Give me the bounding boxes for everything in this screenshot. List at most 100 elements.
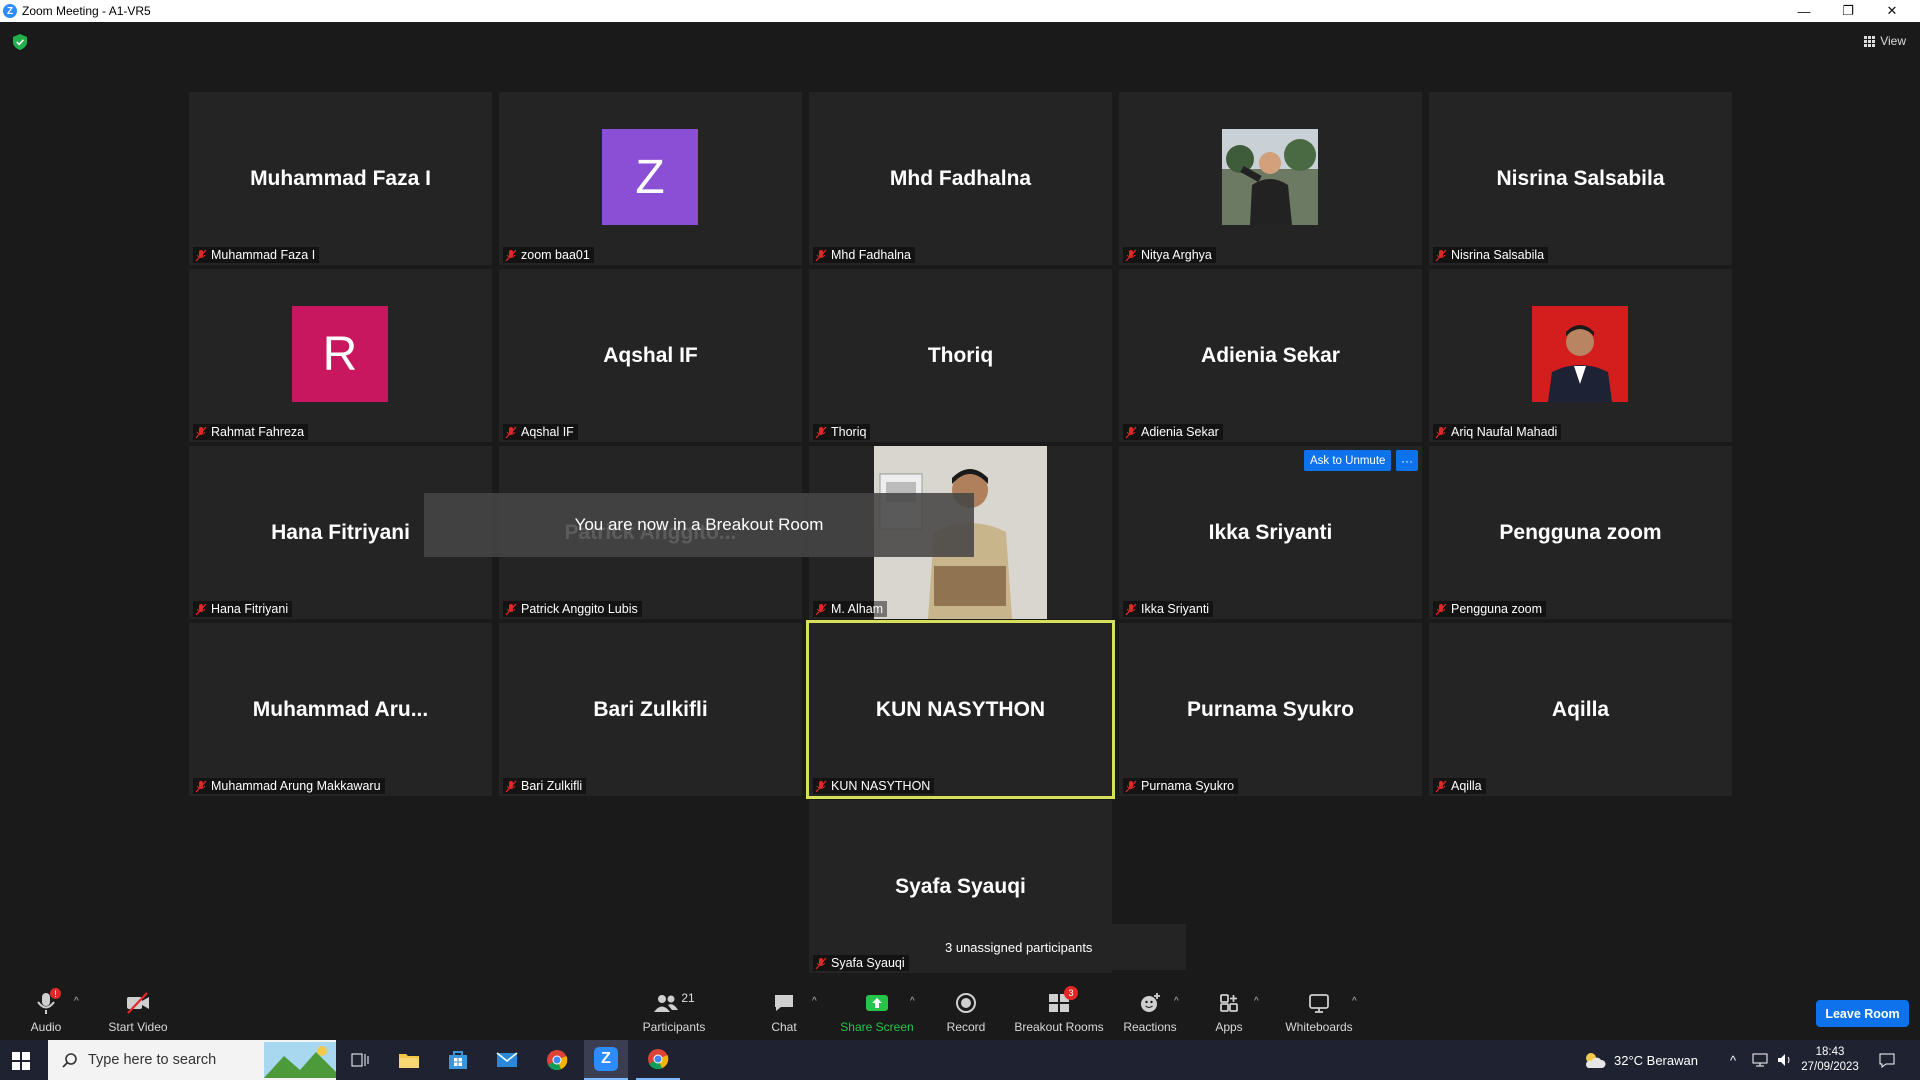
record-icon (953, 990, 979, 1016)
reactions-options-caret-icon[interactable]: ^ (1174, 996, 1179, 1007)
restore-button[interactable]: ❐ (1826, 0, 1870, 22)
chat-button[interactable]: Chat (766, 980, 802, 1040)
mail-icon[interactable] (496, 1051, 518, 1069)
mic-muted-icon (1125, 780, 1137, 792)
participant-label: Nitya Arghya (1123, 247, 1216, 263)
notifications-icon[interactable] (1878, 1040, 1896, 1080)
close-button[interactable]: ✕ (1870, 0, 1914, 22)
window-titlebar: Z Zoom Meeting - A1-VR5 — ❐ ✕ (0, 0, 1920, 22)
volume-icon[interactable] (1776, 1040, 1794, 1080)
participant-tile[interactable]: Thoriq Thoriq (809, 269, 1112, 442)
network-icon[interactable] (1752, 1040, 1770, 1080)
share-screen-label: Share Screen (840, 1020, 914, 1034)
apps-button[interactable]: Apps (1212, 980, 1246, 1040)
chrome-window-icon[interactable] (636, 1040, 680, 1080)
audio-warning-badge: ! (50, 988, 61, 999)
participant-label-text: Rahmat Fahreza (211, 425, 305, 439)
mic-muted-icon (505, 249, 517, 261)
unassigned-participants-tooltip[interactable]: 3 unassigned participants (930, 924, 1186, 970)
mic-muted-icon (815, 780, 827, 792)
participant-tile-active-speaker[interactable]: KUN NASYTHON KUN NASYTHON (806, 620, 1115, 799)
ask-to-unmute-button[interactable]: Ask to Unmute (1304, 450, 1392, 471)
apps-options-caret-icon[interactable]: ^ (1254, 996, 1259, 1007)
taskbar-search-box[interactable]: Type here to search (48, 1040, 336, 1080)
mic-muted-icon (1125, 603, 1137, 615)
meeting-toolbar: ! Audio ^ Start Video 21 Participants Ch… (0, 980, 1920, 1040)
record-button[interactable]: Record (944, 980, 988, 1040)
show-hidden-icons-chevron-icon[interactable]: ^ (1730, 1040, 1736, 1080)
chrome-icon[interactable] (546, 1049, 568, 1071)
clock[interactable]: 18:43 27/09/2023 (1800, 1040, 1860, 1080)
participants-button[interactable]: 21 Participants (636, 980, 712, 1040)
more-options-button[interactable]: ··· (1396, 450, 1418, 471)
task-view-icon[interactable] (350, 1050, 370, 1070)
start-video-button[interactable]: Start Video (104, 980, 172, 1040)
participant-tile[interactable]: Adienia Sekar Adienia Sekar (1119, 269, 1422, 442)
microphone-icon: ! (33, 988, 61, 1016)
participant-tile[interactable]: Nisrina Salsabila Nisrina Salsabila (1429, 92, 1732, 265)
participant-tile[interactable]: Ikka Sriyanti Ikka Sriyanti (1119, 446, 1422, 619)
participant-name: KUN NASYTHON (875, 697, 1046, 721)
share-screen-button[interactable]: Share Screen (838, 980, 916, 1040)
participant-label-text: KUN NASYTHON (831, 779, 931, 793)
participant-name: Aqshal IF (603, 343, 698, 367)
participant-label-text: Nisrina Salsabila (1451, 248, 1545, 262)
participants-label: Participants (642, 1020, 706, 1034)
participant-label-text: Ariq Naufal Mahadi (1451, 425, 1558, 439)
breakout-rooms-button[interactable]: 3 Breakout Rooms (1012, 980, 1106, 1040)
leave-room-button[interactable]: Leave Room (1816, 1000, 1909, 1027)
reactions-icon (1137, 990, 1163, 1016)
participant-tile[interactable]: Aqilla Aqilla (1429, 623, 1732, 796)
participant-tile[interactable]: Muhammad Aru... Muhammad Arung Makkawaru (189, 623, 492, 796)
breakout-rooms-badge: 3 (1064, 986, 1078, 1000)
participant-tile[interactable]: Ariq Naufal Mahadi (1429, 269, 1732, 442)
mic-muted-icon (195, 603, 207, 615)
participant-tile[interactable]: Pengguna zoom Pengguna zoom (1429, 446, 1732, 619)
windows-start-icon[interactable] (12, 1052, 30, 1070)
participant-tile[interactable]: Mhd Fadhalna Mhd Fadhalna (809, 92, 1112, 265)
participant-label-text: Nitya Arghya (1141, 248, 1212, 262)
participant-tile[interactable]: Nitya Arghya (1119, 92, 1422, 265)
participant-label: M. Alham (813, 601, 888, 617)
weather-widget[interactable]: 32°C Berawan (1582, 1040, 1698, 1080)
whiteboard-icon (1306, 990, 1332, 1016)
breakout-rooms-icon: 3 (1046, 986, 1078, 1016)
participants-count: 21 (681, 991, 695, 1005)
whiteboards-options-caret-icon[interactable]: ^ (1352, 996, 1357, 1007)
participant-tile[interactable]: Aqshal IF Aqshal IF (499, 269, 802, 442)
view-button[interactable]: View (1864, 34, 1906, 48)
participant-name: Nisrina Salsabila (1496, 166, 1665, 190)
zoom-taskbar-icon[interactable]: Z (584, 1040, 628, 1080)
minimize-button[interactable]: — (1782, 0, 1826, 22)
file-explorer-icon[interactable] (398, 1050, 420, 1070)
avatar: Z (602, 129, 698, 225)
encryption-shield-icon[interactable] (13, 34, 27, 50)
share-options-caret-icon[interactable]: ^ (910, 996, 915, 1007)
whiteboards-button[interactable]: Whiteboards (1282, 980, 1356, 1040)
audio-label: Audio (30, 1020, 62, 1034)
weather-text: 32°C Berawan (1614, 1052, 1698, 1068)
participant-label-text: Muhammad Arung Makkawaru (211, 779, 381, 793)
participant-tile[interactable]: Muhammad Faza I Muhammad Faza I (189, 92, 492, 265)
mic-muted-icon (815, 426, 827, 438)
participant-tile[interactable]: Bari Zulkifli Bari Zulkifli (499, 623, 802, 796)
mic-muted-icon (815, 249, 827, 261)
audio-button[interactable]: ! Audio (24, 980, 68, 1040)
reactions-button[interactable]: Reactions (1122, 980, 1178, 1040)
search-highlight-illustration (264, 1042, 336, 1078)
profile-photo (1222, 129, 1318, 225)
participant-tile[interactable]: Purnama Syukro Purnama Syukro (1119, 623, 1422, 796)
grid-view-icon (1864, 35, 1876, 47)
participant-label: Adienia Sekar (1123, 424, 1223, 440)
participant-tile[interactable]: R Rahmat Fahreza (189, 269, 492, 442)
participant-label-text: Pengguna zoom (1451, 602, 1543, 616)
chat-options-caret-icon[interactable]: ^ (812, 996, 817, 1007)
participant-label-text: Hana Fitriyani (211, 602, 289, 616)
participant-label-text: Patrick Anggito Lubis (521, 602, 638, 616)
participant-name: Ikka Sriyanti (1208, 520, 1333, 544)
participant-label: Purnama Syukro (1123, 778, 1239, 794)
microsoft-store-icon[interactable] (448, 1050, 468, 1070)
participant-label: Rahmat Fahreza (193, 424, 309, 440)
participant-tile[interactable]: Z zoom baa01 (499, 92, 802, 265)
audio-options-caret-icon[interactable]: ^ (74, 996, 79, 1007)
